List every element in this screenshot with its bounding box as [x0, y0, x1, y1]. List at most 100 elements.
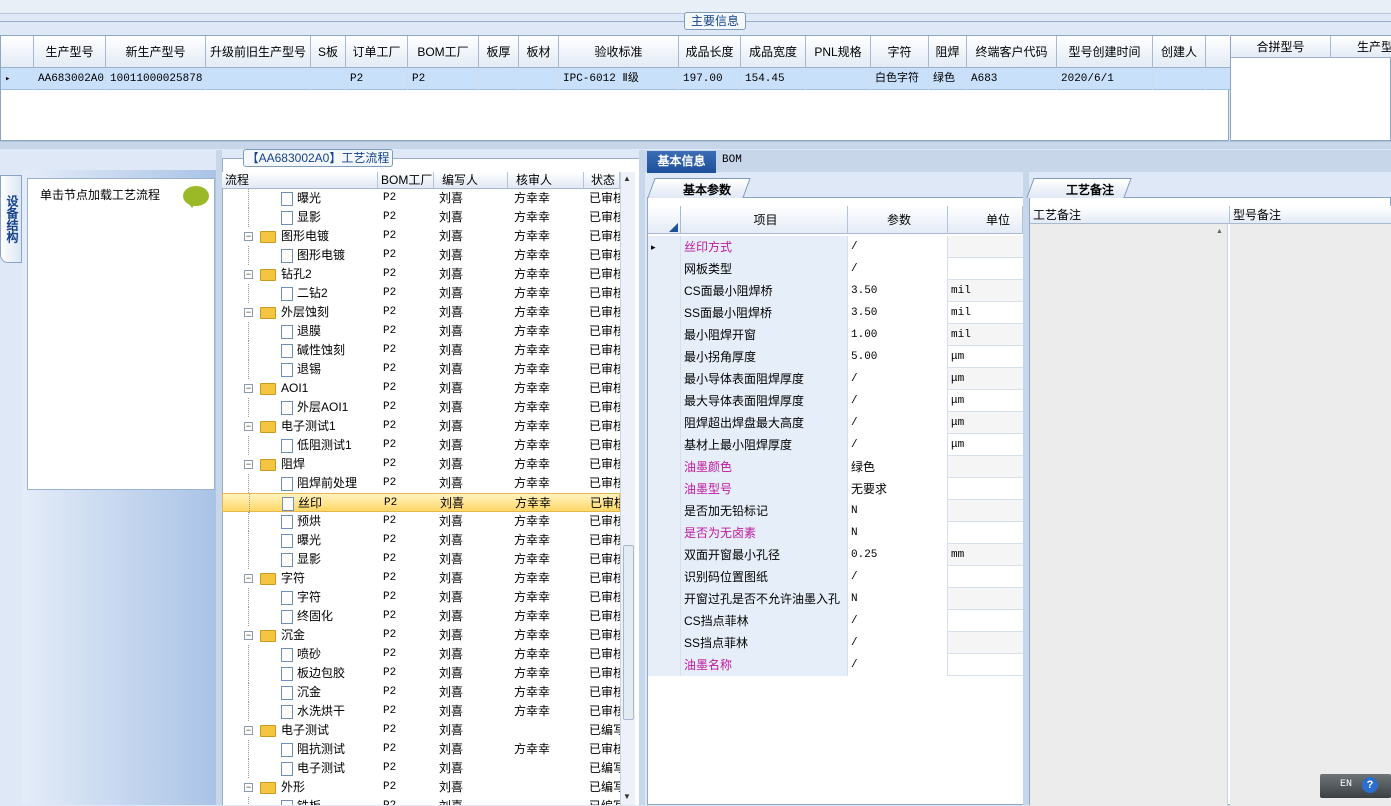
tree-row[interactable]: 喷砂 P2 刘喜 方幸幸 已审核 [222, 645, 620, 664]
tree-row[interactable]: 低阻测试1 P2 刘喜 方幸幸 已审核 [222, 436, 620, 455]
col-4[interactable]: S板 [311, 36, 346, 68]
tree-row[interactable]: 字符 P2 刘喜 方幸幸 已审核 [222, 588, 620, 607]
param-value[interactable]: / [848, 632, 948, 654]
tree-row[interactable]: − 电子测试1 P2 刘喜 方幸幸 已审核 [222, 417, 620, 436]
param-row[interactable]: SS面最小阻焊桥 3.50 mil [648, 302, 1023, 324]
cell-15[interactable]: A683 [967, 68, 1057, 90]
cell-17[interactable] [1153, 68, 1206, 90]
tab-process-remarks[interactable]: 工艺备注 [1066, 181, 1114, 198]
param-value[interactable]: / [848, 412, 948, 434]
expand-icon[interactable]: − [244, 460, 253, 469]
expand-icon[interactable]: − [244, 270, 253, 279]
col-status[interactable]: 状态 [584, 172, 620, 189]
param-row[interactable]: 是否加无铅标记 N [648, 500, 1023, 522]
col-6[interactable]: BOM工厂 [408, 36, 479, 68]
tree-scrollbar[interactable]: ▲ ▼ [620, 172, 635, 805]
param-row[interactable]: 最小导体表面阻焊厚度 / μm [648, 368, 1023, 390]
tree-row[interactable]: 曝光 P2 刘喜 方幸幸 已审核 [222, 531, 620, 550]
tab-basic-info[interactable]: 基本信息 [647, 151, 716, 173]
cell-6[interactable]: P2 [408, 68, 479, 90]
param-value[interactable]: 1.00 [848, 324, 948, 346]
expand-icon[interactable]: − [244, 726, 253, 735]
cell-14[interactable]: 绿色 [929, 68, 967, 90]
col-13[interactable]: 字符 [871, 36, 929, 68]
tree-row[interactable]: 沉金 P2 刘喜 方幸幸 已审核 [222, 683, 620, 702]
cell-16[interactable]: 2020/6/1 [1057, 68, 1153, 90]
tab-basic-params[interactable]: 基本参数 [683, 181, 731, 198]
param-value[interactable]: / [848, 654, 948, 676]
param-row[interactable]: SS挡点菲林 / [648, 632, 1023, 654]
param-value[interactable]: / [848, 390, 948, 412]
param-value[interactable]: 3.50 [848, 280, 948, 302]
scroll-thumb[interactable] [623, 545, 634, 720]
horizontal-splitter[interactable] [0, 141, 1391, 149]
expand-icon[interactable]: − [244, 308, 253, 317]
cell-13[interactable]: 白色字符 [871, 68, 929, 90]
col-10[interactable]: 成品长度 [679, 36, 741, 68]
col-value[interactable]: 参数 [848, 206, 948, 234]
model-remark-text[interactable] [1230, 224, 1391, 806]
param-value[interactable]: / [848, 566, 948, 588]
col-11[interactable]: 成品宽度 [741, 36, 806, 68]
tree-row[interactable]: − AOI1 P2 刘喜 方幸幸 已审核 [222, 379, 620, 398]
process-remark-text[interactable] [1030, 224, 1228, 806]
param-row[interactable]: 最小阻焊开窗 1.00 mil [648, 324, 1023, 346]
tree-row[interactable]: − 图形电镀 P2 刘喜 方幸幸 已审核 [222, 227, 620, 246]
cell-9[interactable]: IPC-6012 Ⅱ级 [559, 68, 679, 90]
tab-bom[interactable]: BOM [722, 154, 742, 166]
tree-row[interactable]: 阻抗测试 P2 刘喜 方幸幸 已审核 [222, 740, 620, 759]
param-value[interactable]: / [848, 368, 948, 390]
param-row[interactable]: 开窗过孔是否不允许油墨入孔 N [648, 588, 1023, 610]
scroll-down-icon[interactable]: ▼ [623, 792, 631, 801]
param-row[interactable]: 油墨名称 / [648, 654, 1023, 676]
param-value[interactable]: / [848, 236, 948, 258]
scroll-up-icon[interactable]: ▲ [623, 174, 631, 183]
param-value[interactable]: / [848, 610, 948, 632]
expand-icon[interactable]: − [244, 783, 253, 792]
expand-icon[interactable]: − [244, 631, 253, 640]
col-reviewer[interactable]: 核审人 [508, 172, 584, 189]
param-row[interactable]: CS挡点菲林 / [648, 610, 1023, 632]
param-row[interactable]: 基材上最小阻焊厚度 / μm [648, 434, 1023, 456]
col-1[interactable]: 生产型号 [34, 36, 106, 68]
param-value[interactable]: / [848, 258, 948, 280]
tree-row[interactable]: 阻焊前处理 P2 刘喜 方幸幸 已审核 [222, 474, 620, 493]
tab-equipment-structure[interactable]: 设备结构 [0, 175, 22, 263]
col-process-remark[interactable]: 工艺备注 [1030, 206, 1230, 224]
expand-icon[interactable]: − [244, 232, 253, 241]
param-value[interactable]: N [848, 500, 948, 522]
language-tray[interactable]: EN ? [1320, 774, 1391, 798]
cell-2[interactable]: 10011000025878 [106, 68, 206, 90]
tree-row[interactable]: 铣板 P2 刘喜 已编写 [222, 797, 620, 805]
help-icon[interactable]: ? [1362, 777, 1378, 793]
param-row[interactable]: 最小拐角厚度 5.00 μm [648, 346, 1023, 368]
tree-row[interactable]: 碱性蚀刻 P2 刘喜 方幸幸 已审核 [222, 341, 620, 360]
tree-row[interactable]: 曝光 P2 刘喜 方幸幸 已审核 [222, 189, 620, 208]
param-value[interactable]: 0.25 [848, 544, 948, 566]
lang-indicator[interactable]: EN [1340, 779, 1352, 790]
tree-row[interactable]: 退锡 P2 刘喜 方幸幸 已审核 [222, 360, 620, 379]
param-row[interactable]: 是否为无卤素 N [648, 522, 1023, 544]
expand-icon[interactable]: − [244, 422, 253, 431]
col-unit[interactable]: 单位 [948, 206, 1023, 234]
col-8[interactable]: 板材 [519, 36, 559, 68]
tree-row[interactable]: − 阻焊 P2 刘喜 方幸幸 已审核 [222, 455, 620, 474]
tree-row[interactable]: 丝印 P2 刘喜 方幸幸 已审核 [222, 493, 620, 513]
cell-12[interactable] [806, 68, 871, 90]
tree-row[interactable]: − 沉金 P2 刘喜 方幸幸 已审核 [222, 626, 620, 645]
col-merge-model[interactable]: 合拼型号 [1231, 36, 1331, 58]
cell-11[interactable]: 154.45 [741, 68, 806, 90]
param-row[interactable]: 最大导体表面阻焊厚度 / μm [648, 390, 1023, 412]
cell-3[interactable] [206, 68, 311, 90]
col-9[interactable]: 验收标准 [559, 36, 679, 68]
col-bom-factory[interactable]: BOM工厂 [378, 172, 434, 189]
col-12[interactable]: PNL规格 [806, 36, 871, 68]
param-row[interactable]: 油墨颜色 绿色 [648, 456, 1023, 478]
cell-10[interactable]: 197.00 [679, 68, 741, 90]
tree-row[interactable]: 外层AOI1 P2 刘喜 方幸幸 已审核 [222, 398, 620, 417]
col-15[interactable]: 终端客户代码 [967, 36, 1057, 68]
tree-row[interactable]: 电子测试 P2 刘喜 已编写 [222, 759, 620, 778]
param-row[interactable]: ▸ 丝印方式 / [648, 236, 1023, 258]
param-value[interactable]: 绿色 [848, 456, 948, 478]
tree-row[interactable]: 预烘 P2 刘喜 方幸幸 已审核 [222, 512, 620, 531]
